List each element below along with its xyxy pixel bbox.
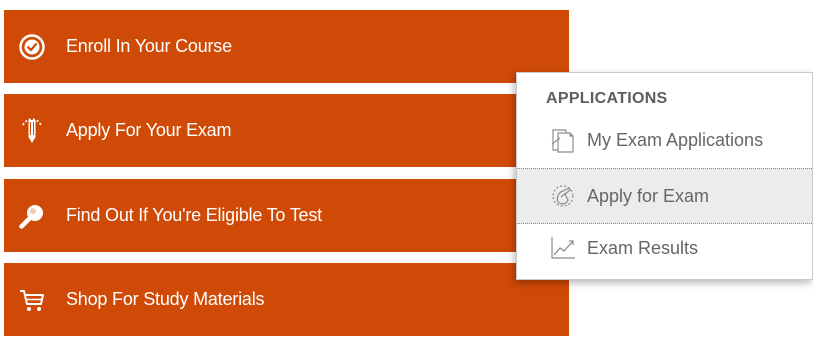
menu-item-apply-for-exam[interactable]: Apply for Exam: [517, 168, 812, 224]
apply-exam-label: Apply For Your Exam: [66, 120, 232, 140]
check-circle-icon: [16, 31, 48, 63]
enroll-course-label: Enroll In Your Course: [66, 36, 232, 56]
documents-icon: [549, 125, 583, 155]
menu-item-exam-results[interactable]: Exam Results: [517, 225, 812, 271]
eligibility-button[interactable]: Find Out If You're Eligible To Test: [4, 179, 569, 252]
exam-results-label: Exam Results: [587, 237, 699, 258]
enroll-course-button[interactable]: Enroll In Your Course: [4, 10, 569, 83]
my-exam-applications-label: My Exam Applications: [587, 129, 764, 150]
shop-materials-label: Shop For Study Materials: [66, 289, 265, 309]
eligibility-label: Find Out If You're Eligible To Test: [66, 205, 322, 225]
apply-for-exam-label: Apply for Exam: [587, 185, 710, 206]
hand-pen-icon: [549, 181, 583, 211]
magnifier-icon: [16, 200, 48, 232]
applications-dropdown: APPLICATIONS My Exam Applications Apply …: [516, 72, 813, 280]
menu-item-my-exam-applications[interactable]: My Exam Applications: [517, 117, 812, 163]
shop-materials-button[interactable]: Shop For Study Materials: [4, 263, 569, 336]
applications-heading: APPLICATIONS: [546, 90, 668, 107]
pencil-icon: [16, 115, 48, 147]
line-chart-icon: [549, 233, 583, 263]
apply-exam-button[interactable]: Apply For Your Exam: [4, 94, 569, 167]
shopping-cart-icon: [16, 284, 48, 316]
